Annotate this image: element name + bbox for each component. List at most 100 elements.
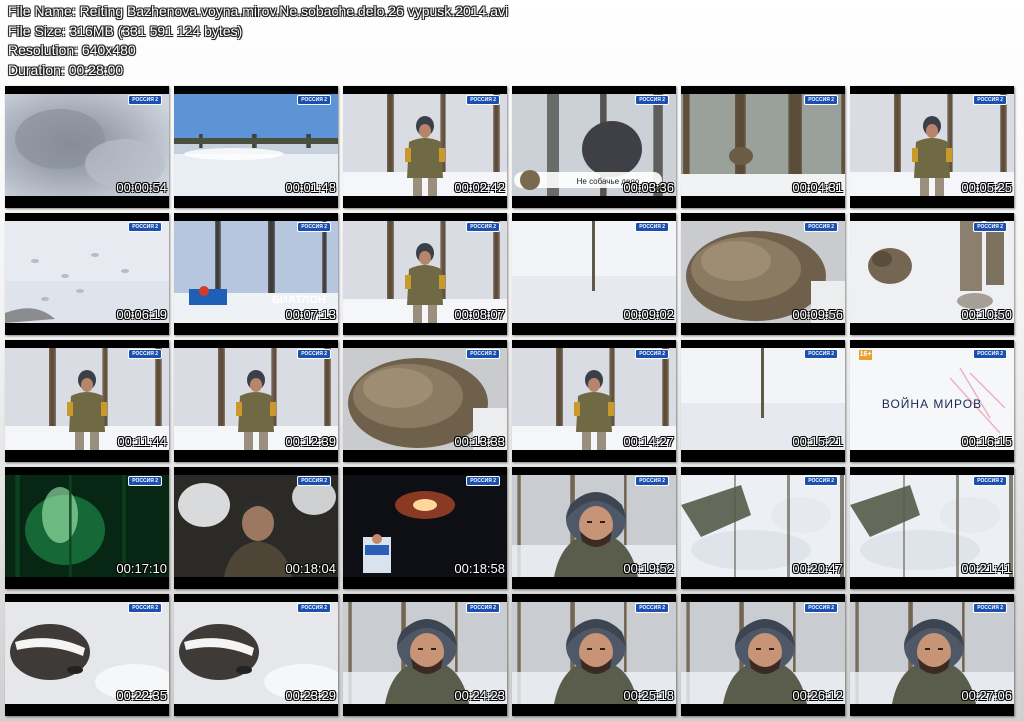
thumbnail-timestamp: 00:18:04 — [285, 561, 336, 576]
thumbnail-frame-man-dark: РОССИЯ 2 00:18:04 — [174, 475, 338, 577]
channel-logo: РОССИЯ 2 — [128, 222, 162, 232]
video-thumbnail[interactable]: РОССИЯ 2 00:09:56 — [681, 213, 845, 335]
channel-logo: РОССИЯ 2 — [804, 95, 838, 105]
thumbnail-timestamp: 00:14:27 — [623, 434, 674, 449]
age-rating-badge: 16+ — [859, 350, 872, 360]
thumbnail-frame-man-closeup: РОССИЯ 2 00:25:18 — [512, 602, 676, 704]
video-thumbnail[interactable]: РОССИЯ 2 00:05:25 — [850, 86, 1014, 208]
channel-logo: РОССИЯ 2 — [804, 349, 838, 359]
video-thumbnail[interactable]: РОССИЯ 2 00:10:50 — [850, 213, 1014, 335]
thumbnail-frame-snow-plain: РОССИЯ 2 00:15:21 — [681, 348, 845, 450]
thumbnail-frame-fur: РОССИЯ 2 00:09:56 — [681, 221, 845, 323]
video-thumbnail[interactable]: РОССИЯ 2 00:14:27 — [512, 340, 676, 462]
video-thumbnail[interactable]: РОССИЯ 2 00:17:10 — [5, 467, 169, 589]
thumbnail-frame-hunter-forest: РОССИЯ 2 00:05:25 — [850, 94, 1014, 196]
thumbnail-frame-snow-lair: РОССИЯ 2 00:20:47 — [681, 475, 845, 577]
video-thumbnail[interactable]: РОССИЯ 2 00:25:18 — [512, 594, 676, 716]
channel-logo: РОССИЯ 2 — [466, 349, 500, 359]
thumbnail-frame-snow-lair: РОССИЯ 2 00:21:41 — [850, 475, 1014, 577]
video-thumbnail[interactable]: РОССИЯ 2 00:02:42 — [343, 86, 507, 208]
file-size-label: File Size: 316MB (331 591 124 bytes) — [8, 22, 243, 39]
video-thumbnail[interactable]: РОССИЯ 2 00:27:06 — [850, 594, 1014, 716]
thumbnail-caption: БИАТЛОН — [272, 294, 326, 306]
thumbnail-frame-man-closeup: РОССИЯ 2 00:19:52 — [512, 475, 676, 577]
file-name-label: File Name: Reiting Bazhenova.voyna.mirov… — [8, 3, 509, 19]
channel-logo: РОССИЯ 2 — [128, 349, 162, 359]
video-thumbnail[interactable]: РОССИЯ 2 00:01:48 — [174, 86, 338, 208]
thumbnail-timestamp: 00:22:35 — [116, 688, 167, 703]
channel-logo: РОССИЯ 2 — [635, 476, 669, 486]
channel-logo: РОССИЯ 2 — [466, 476, 500, 486]
channel-logo: РОССИЯ 2 — [804, 603, 838, 613]
video-thumbnail[interactable]: РОССИЯ 2 00:09:02 — [512, 213, 676, 335]
thumbnail-timestamp: 00:11:44 — [117, 434, 167, 449]
video-thumbnail[interactable]: Не собачье дело РОССИЯ 2 00:03:36 — [512, 86, 676, 208]
duration-label: Duration: 00:28:00 — [8, 61, 124, 78]
channel-logo: РОССИЯ 2 — [297, 476, 331, 486]
video-thumbnail[interactable]: РОССИЯ 2 00:11:44 — [5, 340, 169, 462]
channel-logo: РОССИЯ 2 — [466, 603, 500, 613]
thumbnail-timestamp: 00:09:02 — [623, 307, 674, 322]
thumbnail-frame-hunter-forest: РОССИЯ 2 00:11:44 — [5, 348, 169, 450]
thumbnail-timestamp: 00:26:12 — [792, 688, 843, 703]
thumbnail-timestamp: 00:08:07 — [454, 307, 505, 322]
channel-logo: РОССИЯ 2 — [804, 476, 838, 486]
video-thumbnail[interactable]: РОССИЯ 2 00:15:21 — [681, 340, 845, 462]
thumbnail-timestamp: 00:10:50 — [961, 307, 1012, 322]
thumbnail-timestamp: 00:01:48 — [285, 180, 336, 195]
thumbnail-timestamp: 00:27:06 — [961, 688, 1012, 703]
thumbnail-frame-man-closeup: РОССИЯ 2 00:24:23 — [343, 602, 507, 704]
channel-logo: РОССИЯ 2 — [466, 95, 500, 105]
thumbnail-frame-hunter-forest: РОССИЯ 2 00:08:07 — [343, 221, 507, 323]
channel-logo: РОССИЯ 2 — [973, 95, 1007, 105]
thumbnail-frame-biathlon: БИАТЛОН РОССИЯ 2 00:07:13 — [174, 221, 338, 323]
thumbnail-frame-forest-dark: РОССИЯ 2 00:04:31 — [681, 94, 845, 196]
thumbnail-frame-logo-card: ВОЙНА МИРОВ РОССИЯ 2 16+ 00:16:15 — [850, 348, 1014, 450]
channel-logo: РОССИЯ 2 — [128, 476, 162, 486]
thumbnail-frame-title-card: Не собачье дело РОССИЯ 2 00:03:36 — [512, 94, 676, 196]
channel-logo: РОССИЯ 2 — [128, 95, 162, 105]
video-thumbnail[interactable]: РОССИЯ 2 00:19:52 — [512, 467, 676, 589]
channel-logo: РОССИЯ 2 — [804, 222, 838, 232]
channel-logo: РОССИЯ 2 — [297, 349, 331, 359]
video-thumbnail[interactable]: РОССИЯ 2 00:12:39 — [174, 340, 338, 462]
video-thumbnail[interactable]: РОССИЯ 2 00:13:33 — [343, 340, 507, 462]
video-thumbnail[interactable]: РОССИЯ 2 00:24:23 — [343, 594, 507, 716]
video-thumbnail[interactable]: РОССИЯ 2 00:26:12 — [681, 594, 845, 716]
video-thumbnail[interactable]: РОССИЯ 2 00:18:04 — [174, 467, 338, 589]
thumbnail-timestamp: 00:09:56 — [792, 307, 843, 322]
thumbnail-timestamp: 00:21:41 — [961, 561, 1012, 576]
thumbnail-frame-man-closeup: РОССИЯ 2 00:26:12 — [681, 602, 845, 704]
video-thumbnail[interactable]: РОССИЯ 2 00:21:41 — [850, 467, 1014, 589]
thumbnail-timestamp: 00:16:15 — [961, 434, 1012, 449]
thumbnail-frame-hunter-forest: РОССИЯ 2 00:12:39 — [174, 348, 338, 450]
thumbnail-frame-fur: РОССИЯ 2 00:13:33 — [343, 348, 507, 450]
video-thumbnail[interactable]: РОССИЯ 2 00:04:31 — [681, 86, 845, 208]
video-thumbnail[interactable]: РОССИЯ 2 00:20:47 — [681, 467, 845, 589]
thumbnail-frame-river: РОССИЯ 2 00:01:48 — [174, 94, 338, 196]
video-thumbnail[interactable]: БИАТЛОН РОССИЯ 2 00:07:13 — [174, 213, 338, 335]
video-thumbnail[interactable]: РОССИЯ 2 00:23:29 — [174, 594, 338, 716]
thumbnail-frame-man-closeup: РОССИЯ 2 00:27:06 — [850, 602, 1014, 704]
video-thumbnail[interactable]: РОССИЯ 2 00:06:19 — [5, 213, 169, 335]
channel-logo: РОССИЯ 2 — [635, 349, 669, 359]
video-thumbnail[interactable]: РОССИЯ 2 00:18:58 — [343, 467, 507, 589]
thumbnail-frame-snow-tracks: РОССИЯ 2 00:06:19 — [5, 221, 169, 323]
thumbnail-timestamp: 00:02:42 — [454, 180, 505, 195]
channel-logo: РОССИЯ 2 — [635, 95, 669, 105]
channel-logo: РОССИЯ 2 — [973, 603, 1007, 613]
file-info-header: File Name: Reiting Bazhenova.voyna.mirov… — [8, 2, 508, 80]
thumbnail-timestamp: 00:07:13 — [285, 307, 336, 322]
thumbnail-timestamp: 00:18:58 — [454, 561, 505, 576]
thumbnail-timestamp: 00:23:29 — [285, 688, 336, 703]
video-thumbnail[interactable]: ВОЙНА МИРОВ РОССИЯ 2 16+ 00:16:15 — [850, 340, 1014, 462]
thumbnail-frame-snow-plain: РОССИЯ 2 00:09:02 — [512, 221, 676, 323]
video-thumbnail[interactable]: РОССИЯ 2 00:08:07 — [343, 213, 507, 335]
thumbnail-frame-raccoon-dog: РОССИЯ 2 00:10:50 — [850, 221, 1014, 323]
thumbnail-timestamp: 00:20:47 — [792, 561, 843, 576]
thumbnail-timestamp: 00:03:36 — [623, 180, 674, 195]
video-thumbnail[interactable]: РОССИЯ 2 00:22:35 — [5, 594, 169, 716]
thumbnail-timestamp: 00:04:31 — [792, 180, 843, 195]
thumbnail-timestamp: 00:13:33 — [454, 434, 505, 449]
video-thumbnail[interactable]: РОССИЯ 2 00:00:54 — [5, 86, 169, 208]
